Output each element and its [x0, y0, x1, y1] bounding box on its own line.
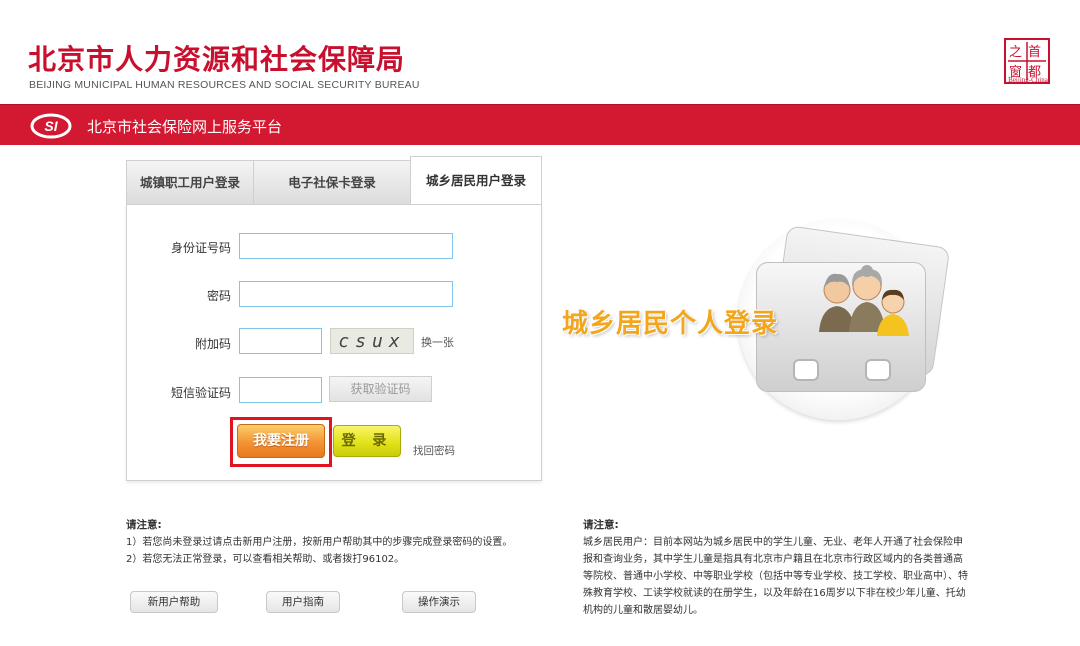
- elderly-family-icon: [819, 265, 909, 336]
- platform-title: 北京市社会保险网上服务平台: [87, 118, 283, 136]
- get-sms-code-button[interactable]: 获取验证码: [329, 376, 432, 402]
- captcha-image[interactable]: csux: [330, 328, 414, 354]
- tab-social-card-login[interactable]: 电子社保卡登录: [253, 160, 411, 204]
- notes-right: 请注意: 城乡居民用户：目前本网站为城乡居民中的学生儿童、无业、老年人开通了社会…: [583, 517, 971, 619]
- new-user-help-button[interactable]: 新用户帮助: [130, 591, 218, 613]
- user-guide-button[interactable]: 用户指南: [266, 591, 340, 613]
- register-button[interactable]: 我要注册: [237, 424, 325, 458]
- tab-employee-login[interactable]: 城镇职工用户登录: [126, 160, 254, 204]
- captcha-input[interactable]: [239, 328, 322, 354]
- tab-resident-login[interactable]: 城乡居民用户登录: [410, 156, 542, 206]
- page-header: 北京市人力资源和社会保障局 BEIJING MUNICIPAL HUMAN RE…: [0, 0, 1080, 104]
- bureau-title-en: BEIJING MUNICIPAL HUMAN RESOURCES AND SO…: [29, 79, 420, 91]
- password-label: 密码: [206, 289, 231, 303]
- login-button[interactable]: 登 录: [333, 425, 401, 457]
- notes-right-title: 请注意:: [583, 519, 619, 531]
- demo-button[interactable]: 操作演示: [402, 591, 476, 613]
- notes-left-line1: 1）若您尚未登录过请点击新用户注册，按新用户帮助其中的步骤完成登录密码的设置。: [126, 537, 513, 548]
- platform-bar: SI 北京市社会保险网上服务平台: [0, 104, 1080, 145]
- id-number-input[interactable]: [239, 233, 453, 259]
- svg-text:SI: SI: [44, 118, 58, 134]
- card-slot: [865, 359, 891, 381]
- si-logo-icon: SI: [30, 113, 72, 139]
- notes-left-title: 请注意:: [126, 519, 162, 531]
- forgot-password-link[interactable]: 找回密码: [413, 443, 455, 458]
- password-input[interactable]: [239, 281, 453, 307]
- notes-right-body: 城乡居民用户：目前本网站为城乡居民中的学生儿童、无业、老年人开通了社会保险申报和…: [583, 537, 968, 616]
- notes-left-line2: 2）若您无法正常登录，可以查看相关帮助、或者拨打96102。: [126, 554, 405, 565]
- id-number-label: 身份证号码: [170, 241, 231, 255]
- notes-left: 请注意: 1）若您尚未登录过请点击新用户注册，按新用户帮助其中的步骤完成登录密码…: [126, 517, 516, 568]
- seal-char-3: 之: [1009, 45, 1023, 60]
- card-slot: [793, 359, 819, 381]
- bureau-title: 北京市人力资源和社会保障局: [28, 43, 406, 76]
- captcha-label: 附加码: [194, 337, 231, 351]
- illustration-title: 城乡居民个人登录: [562, 309, 779, 339]
- refresh-captcha-link[interactable]: 换一张: [421, 334, 454, 350]
- seal-char-1: 首: [1028, 45, 1042, 60]
- sms-code-input[interactable]: [239, 377, 322, 403]
- login-tabs: 城镇职工用户登录 电子社保卡登录 城乡居民用户登录: [126, 156, 542, 206]
- seal-caption: Beijing-China: [1008, 76, 1048, 84]
- sms-code-label: 短信验证码: [170, 386, 231, 400]
